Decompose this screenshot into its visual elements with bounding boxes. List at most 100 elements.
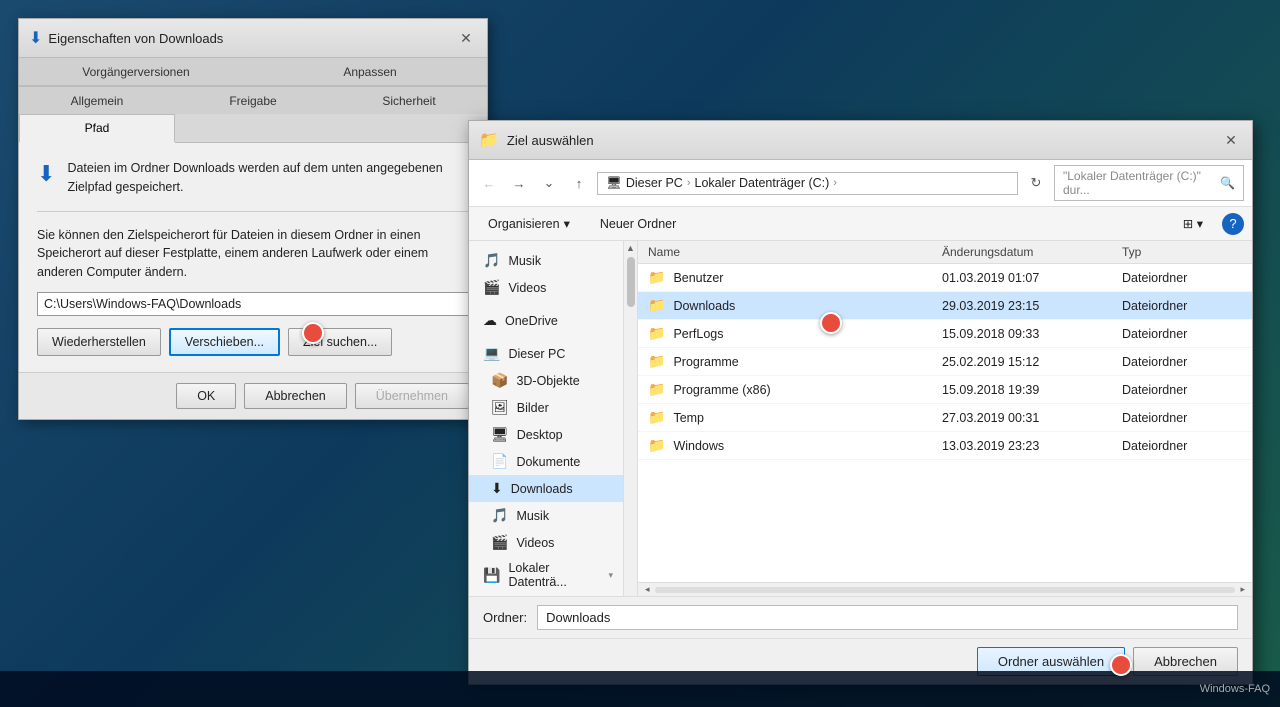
- videos1-icon: 🎬: [483, 279, 500, 296]
- apply-button[interactable]: Übernehmen: [355, 383, 469, 409]
- file-row-windows[interactable]: 📁 Windows 13.03.2019 23:23 Dateiordner: [638, 432, 1252, 460]
- properties-close-button[interactable]: ✕: [455, 27, 477, 49]
- ok-button[interactable]: OK: [176, 383, 236, 409]
- sidebar-label-videos1: Videos: [508, 281, 546, 295]
- tab-sicherheit[interactable]: Sicherheit: [331, 87, 487, 114]
- programme-name: Programme: [673, 355, 738, 369]
- tab-pfad[interactable]: Pfad: [19, 114, 175, 143]
- programme-x86-name: Programme (x86): [673, 383, 770, 397]
- breadcrumb-drive: Lokaler Datenträger (C:): [695, 176, 830, 190]
- perflogs-date: 15.09.2018 09:33: [942, 327, 1122, 341]
- folder-footer: Ordner:: [469, 596, 1252, 638]
- folder-label: Ordner:: [483, 610, 527, 625]
- temp-folder-icon: 📁: [648, 409, 665, 426]
- folder-title-icon: 📁: [479, 130, 499, 150]
- sidebar-item-3d[interactable]: 📦 3D-Objekte: [469, 367, 623, 394]
- perflogs-folder-icon: 📁: [648, 325, 665, 342]
- sidebar-label-musik2: Musik: [516, 509, 549, 523]
- search-icon: 🔍: [1220, 176, 1235, 190]
- info-text: Dateien im Ordner Downloads werden auf d…: [67, 159, 469, 197]
- programme-x86-date: 15.09.2018 19:39: [942, 383, 1122, 397]
- view-button[interactable]: ⊞ ▾: [1172, 211, 1214, 236]
- file-row-programme-x86[interactable]: 📁 Programme (x86) 15.09.2018 19:39 Datei…: [638, 376, 1252, 404]
- properties-dialog: ⬇ Eigenschaften von Downloads ✕ Vorgänge…: [18, 18, 488, 420]
- file-row-perflogs[interactable]: 📁 PerfLogs 15.09.2018 09:33 Dateiordner: [638, 320, 1252, 348]
- tab-vorgaenger[interactable]: Vorgängerversionen: [19, 58, 253, 85]
- cancel-button[interactable]: Abbrechen: [244, 383, 346, 409]
- sidebar-item-dieser-pc[interactable]: 💻 Dieser PC: [469, 340, 623, 367]
- horizontal-scrollbar[interactable]: ◂ ▸: [638, 582, 1252, 596]
- windows-date: 13.03.2019 23:23: [942, 439, 1122, 453]
- nav-up-button[interactable]: ↑: [567, 171, 591, 195]
- temp-type: Dateiordner: [1122, 411, 1242, 425]
- musik2-icon: 🎵: [491, 507, 508, 524]
- taskbar-label: Windows-FAQ: [1200, 683, 1270, 695]
- nav-refresh-button[interactable]: ↻: [1024, 171, 1048, 195]
- file-row-downloads[interactable]: 📁 Downloads 29.03.2019 23:15 Dateiordner: [638, 292, 1252, 320]
- sidebar-item-musik2[interactable]: 🎵 Musik: [469, 502, 623, 529]
- info-download-icon: ⬇: [37, 161, 55, 187]
- col-date[interactable]: Änderungsdatum: [942, 245, 1122, 259]
- benutzer-type: Dateiordner: [1122, 271, 1242, 285]
- temp-date: 27.03.2019 00:31: [942, 411, 1122, 425]
- breadcrumb[interactable]: 🖥 Dieser PC › Lokaler Datenträger (C:) ›: [597, 172, 1018, 195]
- taskbar: Windows-FAQ: [0, 671, 1280, 707]
- windows-type: Dateiordner: [1122, 439, 1242, 453]
- breadcrumb-sep1: ›: [687, 177, 691, 189]
- tab-freigabe[interactable]: Freigabe: [175, 87, 331, 114]
- sidebar-scrollbar[interactable]: ▲: [624, 241, 638, 596]
- downloads-date: 29.03.2019 23:15: [942, 299, 1122, 313]
- sidebar-label-onedrive: OneDrive: [505, 314, 558, 328]
- restore-button[interactable]: Wiederherstellen: [37, 328, 161, 356]
- divider-1: [37, 211, 469, 212]
- windows-name: Windows: [673, 439, 724, 453]
- sidebar-item-onedrive[interactable]: ☁ OneDrive: [469, 307, 623, 334]
- sidebar-item-lokaler[interactable]: 💾 Lokaler Datenträ... ▾: [469, 556, 623, 594]
- nav-back-button[interactable]: ←: [477, 171, 501, 195]
- properties-tabs-row2: Allgemein Freigabe Sicherheit Pfad: [19, 87, 487, 143]
- file-row-programme[interactable]: 📁 Programme 25.02.2019 15:12 Dateiordner: [638, 348, 1252, 376]
- sidebar-label-bilder: Bilder: [517, 401, 549, 415]
- lokaler-icon: 💾: [483, 567, 500, 584]
- tab-allgemein[interactable]: Allgemein: [19, 87, 175, 114]
- sidebar-item-bilder[interactable]: 🖼 Bilder: [469, 394, 623, 421]
- scroll-left-icon[interactable]: ◂: [642, 583, 653, 596]
- sidebar-item-downloads[interactable]: ⬇ Downloads: [469, 475, 623, 502]
- scroll-right-icon[interactable]: ▸: [1237, 583, 1248, 596]
- sidebar-item-videos2[interactable]: 🎬 Videos: [469, 529, 623, 556]
- sidebar-item-videos1[interactable]: 🎬 Videos: [469, 274, 623, 301]
- path-input[interactable]: [37, 292, 469, 316]
- properties-tabs-row1: Vorgängerversionen Anpassen: [19, 58, 487, 87]
- new-folder-label: Neuer Ordner: [600, 217, 676, 231]
- help-button[interactable]: ?: [1222, 213, 1244, 235]
- sidebar-label-downloads: Downloads: [511, 482, 573, 496]
- tab-anpassen[interactable]: Anpassen: [253, 58, 487, 85]
- new-folder-button[interactable]: Neuer Ordner: [589, 212, 687, 236]
- organize-chevron: ▾: [564, 216, 570, 231]
- file-list: 📁 Benutzer 01.03.2019 01:07 Dateiordner …: [638, 264, 1252, 582]
- temp-name: Temp: [673, 411, 704, 425]
- find-button[interactable]: Ziel suchen...: [288, 328, 392, 356]
- benutzer-date: 01.03.2019 01:07: [942, 271, 1122, 285]
- nav-dropdown-button[interactable]: ⌄: [537, 171, 561, 195]
- col-type[interactable]: Typ: [1122, 245, 1242, 259]
- col-name[interactable]: Name: [648, 245, 942, 259]
- sidebar-item-musik1[interactable]: 🎵 Musik: [469, 247, 623, 274]
- musik1-icon: 🎵: [483, 252, 500, 269]
- folder-title-text: Ziel auswählen: [507, 133, 594, 148]
- onedrive-icon: ☁: [483, 312, 497, 329]
- folder-close-button[interactable]: ✕: [1220, 129, 1242, 151]
- search-bar[interactable]: "Lokaler Datenträger (C:)" dur... 🔍: [1054, 165, 1244, 201]
- move-button[interactable]: Verschieben...: [169, 328, 280, 356]
- file-row-temp[interactable]: 📁 Temp 27.03.2019 00:31 Dateiordner: [638, 404, 1252, 432]
- sidebar-item-dokumente[interactable]: 📄 Dokumente: [469, 448, 623, 475]
- properties-content: ⬇ Dateien im Ordner Downloads werden auf…: [19, 143, 487, 372]
- sidebar-item-desktop[interactable]: 🖥 Desktop: [469, 421, 623, 448]
- programme-date: 25.02.2019 15:12: [942, 355, 1122, 369]
- properties-titlebar: ⬇ Eigenschaften von Downloads ✕: [19, 19, 487, 58]
- folder-name-input[interactable]: [537, 605, 1238, 630]
- organize-button[interactable]: Organisieren ▾: [477, 211, 581, 236]
- file-row-benutzer[interactable]: 📁 Benutzer 01.03.2019 01:07 Dateiordner: [638, 264, 1252, 292]
- perflogs-type: Dateiordner: [1122, 327, 1242, 341]
- nav-forward-button[interactable]: →: [507, 171, 531, 195]
